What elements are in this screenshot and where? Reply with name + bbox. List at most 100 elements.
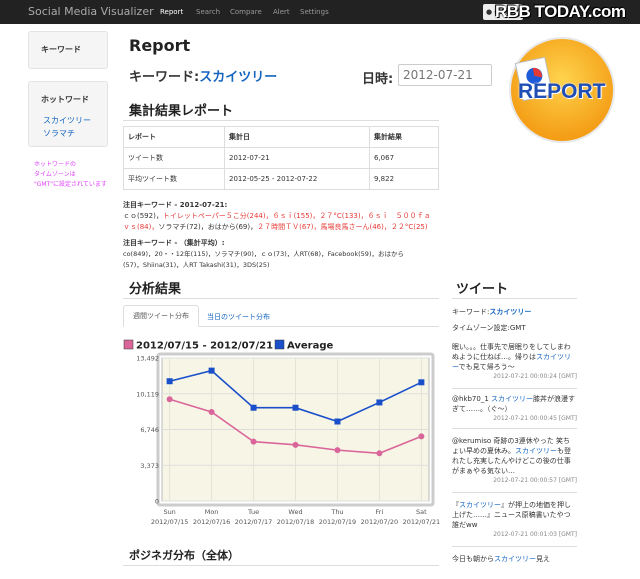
- legend-label: 2012/07/15 - 2012/07/21: [136, 341, 273, 352]
- x-tick-label: Tue: [247, 508, 259, 516]
- legend-swatch: [123, 339, 134, 350]
- tweets-title: ツイート: [456, 282, 509, 297]
- hotword-link-1[interactable]: スカイツリー: [43, 115, 91, 126]
- summary-title: 集計結果レポート: [129, 104, 234, 119]
- x-tick-label: Sun: [163, 508, 175, 516]
- keyword-label: キーワード:: [129, 70, 200, 85]
- hotword-panel: ホットワード スカイツリー ソラマチ: [28, 81, 108, 147]
- table-header-cell: 集計結果: [369, 126, 439, 148]
- attention-line: (57)，Shiina(31)，人RT Takashi(31)，3DS(25): [123, 261, 270, 269]
- tweet-time[interactable]: 2012-07-21 00:00:57 [GMT]: [452, 476, 577, 486]
- tweets-timezone: タイムゾーン設定:GMT: [452, 324, 526, 332]
- tweets-keyword-label: キーワード:: [452, 308, 490, 316]
- weekly-tweet-chart: 2012/07/15 - 2012/07/21 Average 0 3,373 6,74…: [123, 339, 440, 526]
- date-label: 日時:: [362, 72, 394, 87]
- y-tick-label: 0: [155, 498, 159, 506]
- summary-table: レポート 集計日 集計結果 ツイート数 2012-07-21 6,067 平均ツ…: [123, 126, 439, 190]
- tweet-text: 眠い。。。仕事先で居眠りをしてしまわぬように仕ねば…。帰りはスカイツリーでも見て…: [452, 343, 571, 371]
- attention-keywords: 注目キーワード - 2012-07-21: ｃｏ(592)，トイレットペーパー５…: [123, 200, 443, 271]
- table-row: 平均ツイート数 2012-05-25 - 2012-07-22 9,822: [123, 168, 439, 190]
- data-point: [208, 367, 215, 374]
- data-point: [166, 378, 173, 385]
- nav-compare[interactable]: Compare: [230, 8, 262, 16]
- report-badge: REPORT: [505, 32, 615, 144]
- tweet-text: 今日も朝からスカイツリー見え: [452, 555, 550, 563]
- nav-settings[interactable]: Settings: [300, 8, 329, 16]
- date-input[interactable]: [398, 64, 492, 86]
- tweet-keyword-highlight: スカイツリー: [491, 395, 534, 403]
- tweet-item: 『スカイツリー』が押上の地価を押し上げた……』ニュース原稿書いたやつ誰だww 2…: [452, 500, 577, 547]
- user-icon: ●: [486, 8, 493, 16]
- attention-line: ｖｓ(84)，ソラマチ(72)，おはから(69)，２７時間ＴＶ(67)，馬場良馬…: [123, 222, 443, 233]
- table-cell: 9,822: [369, 168, 439, 190]
- y-tick-label: 10,119: [136, 390, 159, 398]
- tweet-keyword-highlight: スカイツリー: [459, 501, 501, 509]
- attention-title-avg: 注目キーワード - （集計平均）:: [123, 239, 225, 247]
- legend-swatch: [274, 339, 285, 350]
- table-cell: ツイート数: [123, 147, 225, 169]
- data-point: [250, 404, 257, 411]
- keyword-panel-title: キーワード: [41, 45, 81, 54]
- analysis-title: 分析結果: [129, 282, 182, 297]
- app-brand[interactable]: Social Media Visualizer: [28, 5, 154, 18]
- data-point: [376, 399, 383, 406]
- tweet-item: 眠い。。。仕事先で居眠りをしてしまわぬように仕ねば…。帰りはスカイツリーでも見て…: [452, 342, 577, 389]
- table-header-row: レポート 集計日 集計結果: [123, 126, 439, 148]
- hotword-panel-title: ホットワード: [41, 95, 89, 104]
- divider: [452, 298, 577, 299]
- tweets-keyword: キーワード:スカイツリー: [452, 307, 531, 317]
- tab-weekly[interactable]: 週間ツイート分布: [123, 305, 199, 327]
- x-tick-date: 2012/07/19: [319, 518, 356, 526]
- y-tick-label: 3,373: [140, 462, 159, 470]
- table-cell: 2012-07-21: [224, 147, 370, 169]
- tweet-keyword-highlight: スカイツリー: [452, 353, 571, 371]
- tweet-text: @hkb70_1 スカイツリー膝丼が浪漫すぎて……。（ぐ〜）: [452, 395, 576, 413]
- timezone-note-line: ホットワードの: [34, 161, 77, 168]
- x-tick-label: Fri: [376, 508, 384, 516]
- timezone-note-line: タイムゾーンは: [34, 171, 76, 178]
- tweet-text: @kerumiso 奇跡の3連休やった 笑ちょい早めの夏休み。スカイツリーも登れ…: [452, 437, 571, 475]
- divider: [123, 120, 439, 121]
- data-point: [418, 379, 425, 386]
- tweet-time[interactable]: 2012-07-21 00:00:45 [GMT]: [452, 414, 577, 424]
- tweet-item: 今日も朝からスカイツリー見え: [452, 554, 577, 566]
- report-badge-label: REPORT: [518, 80, 606, 103]
- tweets-keyword-value: スカイツリー: [489, 308, 532, 316]
- x-tick-label: Wed: [288, 508, 302, 516]
- data-point: [292, 441, 299, 448]
- keyword-text: ソラマチ(72)，おはから(69)，: [158, 223, 258, 231]
- nav-alert[interactable]: Alert: [273, 8, 290, 16]
- hotword-link-2[interactable]: ソラマチ: [43, 128, 75, 139]
- keyword-text-highlight: トイレットペーパー５こ分(244)，６ｓｉ(155)，２７°C(133)，６ｓｉ…: [162, 212, 431, 220]
- data-point: [418, 433, 425, 440]
- nav-report[interactable]: Report: [160, 8, 183, 16]
- data-point: [208, 408, 215, 415]
- keyword-value: スカイツリー: [199, 70, 278, 85]
- tweet-time[interactable]: 2012-07-21 00:00:24 [GMT]: [452, 372, 577, 382]
- keyword-text-highlight: ｖｓ(84)，: [123, 223, 159, 231]
- keyword-text: ｃｏ(592)，: [123, 212, 163, 220]
- data-point: [166, 396, 173, 403]
- keyword-heading: キーワード:スカイツリー: [129, 66, 277, 85]
- tweet-text: 『スカイツリー』が押上の地価を押し上げた……』ニュース原稿書いたやつ誰だww: [452, 501, 571, 529]
- x-tick-date: 2012/07/21: [403, 518, 440, 526]
- divider: [123, 298, 439, 299]
- x-tick-date: 2012/07/18: [277, 518, 314, 526]
- x-tick-label: Mon: [205, 508, 219, 516]
- attention-line: ｃｏ(592)，トイレットペーパー５こ分(244)，６ｓｉ(155)，２７°C(…: [123, 211, 443, 222]
- attention-line: co(849)，20・・12年(115)，ソラマチ(90)，ｃｏ(73)，人RT…: [123, 250, 404, 258]
- y-tick-label: 13,492: [136, 355, 159, 363]
- tweet-time[interactable]: 2012-07-21 00:01:03 [GMT]: [452, 530, 577, 540]
- legend-label: Average: [287, 341, 334, 352]
- attention-title-day: 注目キーワード - 2012-07-21:: [123, 201, 228, 209]
- watermark-logo: RBB TODAY.com: [495, 2, 626, 21]
- posneg-title: ポジネガ分布（全体）: [129, 549, 239, 562]
- nav-search[interactable]: Search: [196, 8, 220, 16]
- keyword-panel: キーワード: [28, 31, 108, 69]
- timezone-note: ホットワードの タイムゾーンは "GMT"に設定されています: [34, 160, 107, 190]
- data-point: [334, 418, 341, 425]
- table-row: ツイート数 2012-07-21 6,067: [123, 147, 439, 169]
- tab-daily[interactable]: 当日のツイート分布: [207, 312, 270, 322]
- x-tick-label: Sat: [416, 508, 427, 516]
- table-cell: 平均ツイート数: [123, 168, 225, 190]
